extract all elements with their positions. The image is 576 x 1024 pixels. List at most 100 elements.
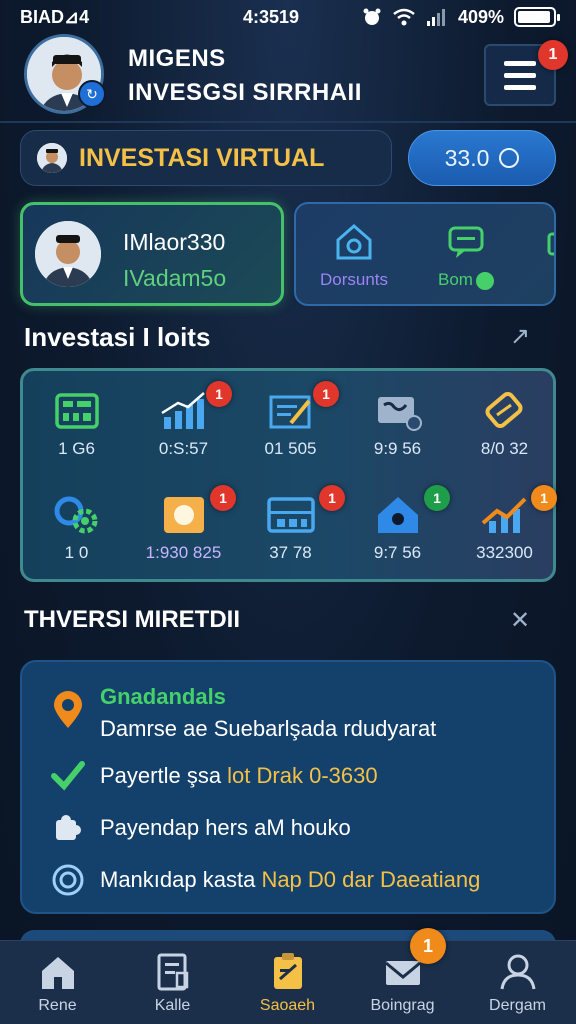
grid-item-value: 0:S:57 — [158, 439, 209, 458]
menu-notification-badge: 1 — [538, 40, 568, 70]
home-icon — [41, 957, 74, 989]
investment-grid: 1 G6 0:S:57 1 01 505 1 9:9 56 8/0 32 1 0… — [20, 368, 558, 582]
carrier-label: BIAD⊿4 — [20, 6, 90, 27]
info-row-puzzle[interactable]: Payendap hers aM houko — [48, 808, 351, 848]
status-bar: BIAD⊿4 4:3519 409% — [0, 0, 576, 34]
quick-action-label: B — [554, 270, 556, 289]
notification-badge: 1 — [210, 485, 236, 511]
battery-icon — [514, 7, 560, 27]
battery-percent: 409% — [457, 6, 504, 27]
grid-item-tag[interactable]: 8/0 32 — [451, 371, 558, 475]
virtual-investment-label: INVESTASI VIRTUAL — [79, 143, 325, 172]
app-title-line1: MIGENS — [128, 45, 226, 72]
status-icons: 409% — [362, 6, 560, 28]
virtual-investment-bar[interactable]: INVESTASI VIRTUAL — [20, 130, 392, 186]
grid-item-calculator[interactable]: 1 G6 — [23, 371, 130, 475]
nav-item-boingrag[interactable]: Boingrag — [345, 951, 460, 1015]
bottom-nav: Rene Kalle Saoaeh Boingrag Dergam — [0, 940, 576, 1024]
person-icon — [500, 954, 535, 990]
signal-icon — [426, 9, 445, 26]
info-highlight: lot Drak 0-3630 — [227, 763, 378, 788]
notification-badge: 1 — [313, 381, 339, 407]
info-row-location[interactable]: Gnadandals Damrse ae Suebarlşada rdudyar… — [48, 684, 436, 742]
grid-item-value: 9:9 56 — [373, 439, 422, 458]
avatar — [35, 221, 101, 287]
tag-icon — [485, 391, 523, 429]
balance-amount: 33.0 — [444, 144, 490, 171]
check-icon — [48, 756, 88, 796]
balance-button[interactable]: 33.0 — [408, 130, 556, 186]
calculator-icon — [55, 393, 99, 429]
growth-chart-icon — [481, 497, 527, 533]
grid-item-settings[interactable]: 1 0 — [23, 475, 130, 579]
notification-badge: 1 — [206, 381, 232, 407]
profile-card[interactable]: IMlaor330 IVadam5o — [20, 202, 284, 306]
location-pin-icon — [48, 690, 88, 730]
notification-badge: 1 — [424, 485, 450, 511]
bar-chart-icon — [161, 392, 205, 429]
app-title: MIGENS INVESGSI SIRRHAII — [128, 42, 362, 110]
grid-item-ticket[interactable]: 37 78 1 — [237, 475, 345, 579]
app-screen: BIAD⊿4 4:3519 409% ↻ MIGENS INVESGSI SIR… — [0, 0, 576, 1024]
grid-item-value: 01 505 — [264, 439, 317, 458]
nav-label: Rene — [38, 997, 77, 1014]
chat-icon — [448, 226, 484, 258]
info-row-clock[interactable]: Mankıdap kasta Nap D0 dar Daeatiang — [48, 860, 480, 900]
nav-label: Saoaeh — [259, 997, 316, 1014]
quick-action-label: Bom — [438, 270, 473, 289]
app-title-line2: INVESGSI SIRRHAII — [128, 79, 362, 106]
grid-item-edit-chart[interactable]: 01 505 1 — [237, 371, 344, 475]
clock-icon — [48, 860, 88, 900]
info-text: Damrse ae Suebarlşada rdudyarat — [100, 716, 437, 741]
notification-badge: 1 — [531, 485, 557, 511]
info-text: Payertle şsa — [100, 763, 228, 788]
grid-item-value: 9:7 56 — [373, 543, 422, 562]
grid-item-house[interactable]: 9:7 56 1 — [344, 475, 451, 579]
nav-item-kalle[interactable]: Kalle — [115, 951, 230, 1015]
grid-item-gift[interactable]: 1:930 825 1 — [130, 475, 237, 579]
home-icon — [336, 224, 372, 260]
house-icon — [378, 497, 418, 533]
avatar — [37, 143, 67, 173]
grid-item-map[interactable]: 9:9 56 — [344, 371, 451, 475]
close-icon[interactable]: ✕ — [510, 606, 530, 635]
app-header: ↻ MIGENS INVESGSI SIRRHAII 1 — [0, 30, 576, 122]
info-highlight: Nap D0 dar Daeatiang — [261, 867, 481, 892]
quick-actions-card: Dorsunts Bom B — [294, 202, 556, 306]
ticket-icon — [267, 497, 315, 533]
grid-item-bar-chart[interactable]: 0:S:57 1 — [130, 371, 237, 475]
quick-action-label: Dorsunts — [319, 270, 389, 289]
grid-item-value: 37 78 — [269, 543, 312, 562]
nav-label: Kalle — [154, 997, 191, 1014]
coin-icon — [475, 271, 494, 290]
settings-icon — [54, 496, 98, 534]
grid-item-value: 1 G6 — [58, 439, 95, 458]
mail-notification-badge: 1 — [410, 928, 446, 964]
circle-icon — [499, 148, 520, 168]
expand-arrow-icon[interactable]: ↗ — [510, 322, 530, 351]
info-text: Payendap hers aM houko — [100, 815, 351, 840]
profile-subtitle: IVadam5o — [123, 265, 227, 291]
quick-action-bom[interactable]: Bom — [426, 220, 506, 290]
refresh-icon[interactable]: ↻ — [78, 80, 106, 108]
grid-item-value: 8/0 32 — [480, 439, 529, 458]
edit-chart-icon — [269, 395, 311, 429]
header-divider — [0, 121, 576, 123]
section-title-investasi: Investasi I loits — [24, 322, 211, 352]
grid-item-value: 332300 — [476, 543, 533, 562]
info-row-check[interactable]: Payertle şsa lot Drak 0-3630 — [48, 756, 378, 796]
clipboard-icon — [273, 953, 302, 989]
grid-item-growth-chart[interactable]: 332300 1 — [451, 475, 558, 579]
wallet-icon — [547, 232, 554, 256]
grid-item-value: 1:930 825 — [145, 543, 222, 562]
nav-item-rene[interactable]: Rene — [0, 951, 115, 1015]
info-text: Mankıdap kasta — [100, 867, 262, 892]
clock-label: 4:3519 — [242, 6, 299, 27]
grid-item-value: 1 0 — [64, 543, 89, 562]
map-icon — [378, 397, 422, 431]
quick-action-dorsunts[interactable]: Dorsunts — [312, 220, 396, 290]
quick-action-b[interactable]: B — [540, 220, 556, 290]
nav-item-dergam[interactable]: Dergam — [460, 951, 575, 1015]
document-icon — [157, 953, 188, 991]
nav-item-saoaeh[interactable]: Saoaeh — [230, 951, 345, 1015]
